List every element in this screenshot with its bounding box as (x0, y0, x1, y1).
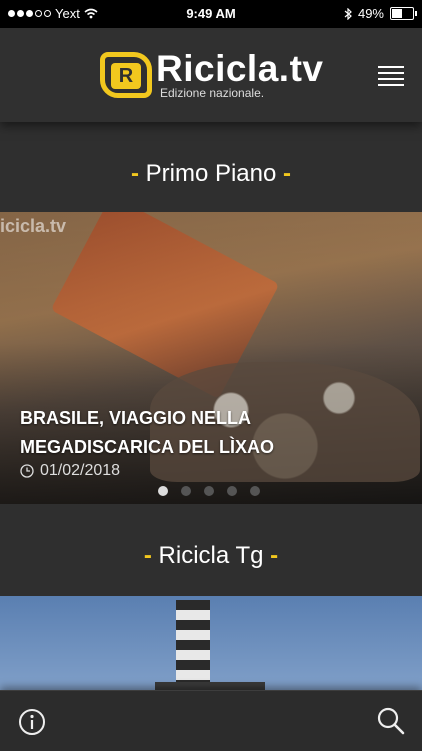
bottom-toolbar (0, 690, 422, 751)
title-accent-right: - (270, 542, 279, 569)
pager-dot-4[interactable] (227, 486, 237, 496)
battery-icon (390, 7, 417, 20)
status-right: 49% (344, 6, 417, 21)
title-accent-right: - (283, 160, 292, 187)
pager-dot-2[interactable] (181, 486, 191, 496)
ricicla-tg-label: Ricicla Tg (158, 542, 264, 569)
battery-percent: 49% (357, 6, 384, 21)
carousel-headline[interactable]: BRASILE, VIAGGIO NELLA MEGADISCARICA DEL… (20, 404, 406, 462)
section-title-ricicla-tg: - Ricicla Tg - (0, 542, 422, 570)
section-title-primo-piano: - Primo Piano - (0, 160, 422, 188)
hamburger-menu-icon[interactable] (378, 66, 404, 86)
app-header: R Ricicla.tv Edizione nazionale. (0, 28, 422, 122)
status-bar: Yext 9:49 AM 49% (0, 0, 422, 28)
search-icon[interactable] (376, 706, 406, 736)
primo-piano-label: Primo Piano (145, 160, 277, 187)
battery-fill (392, 9, 402, 18)
featured-carousel[interactable]: icicla.tv BRASILE, VIAGGIO NELLA MEGADIS… (0, 212, 422, 504)
carousel-date: 01/02/2018 (20, 462, 120, 480)
ricicla-logo[interactable]: R Ricicla.tv Edizione nazionale. (100, 48, 324, 100)
logo-mark-icon: R (100, 52, 152, 98)
pager-dot-1[interactable] (158, 486, 168, 496)
logo-text: Ricicla.tv Edizione nazionale. (156, 48, 324, 100)
pager-dot-5[interactable] (250, 486, 260, 496)
pager-dot-3[interactable] (204, 486, 214, 496)
title-accent-left: - (130, 160, 139, 187)
logo-title: Ricicla.tv (156, 48, 324, 89)
carousel-pager[interactable] (158, 486, 260, 496)
logo-mark-letter: R (111, 63, 141, 89)
clock-icon (20, 464, 34, 478)
carousel-date-text: 01/02/2018 (40, 462, 121, 479)
bluetooth-icon (344, 7, 352, 20)
photo-watermark: icicla.tv (0, 216, 67, 236)
info-circle-icon[interactable] (18, 708, 46, 736)
title-accent-left: - (143, 542, 152, 569)
